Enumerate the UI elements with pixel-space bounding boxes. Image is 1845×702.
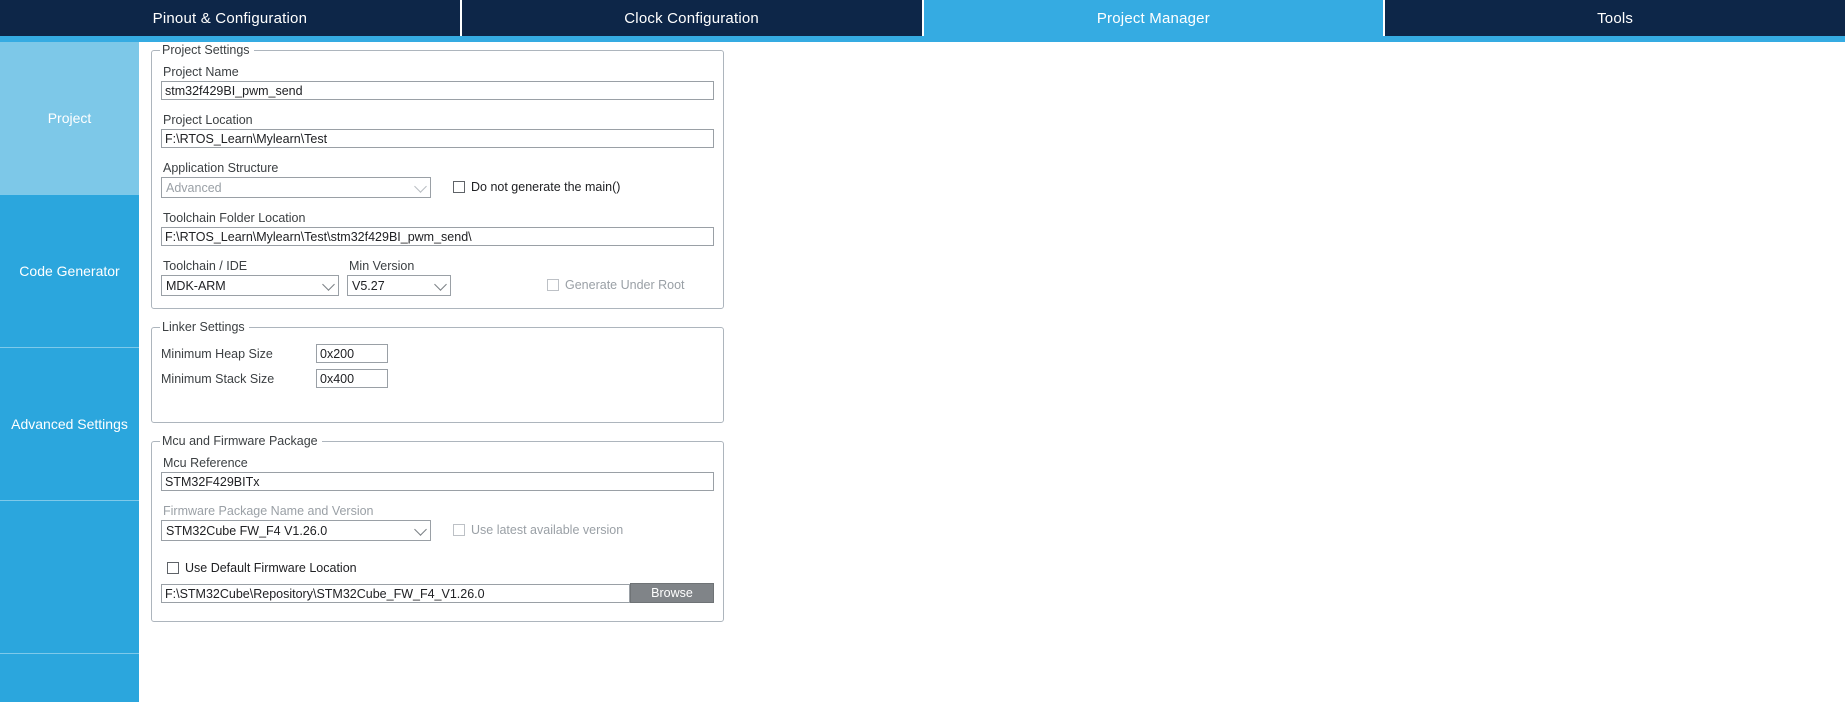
linker-settings-group-title: Linker Settings [160, 320, 249, 334]
min-version-label: Min Version [349, 259, 415, 273]
toolchain-ide-value: MDK-ARM [166, 278, 226, 293]
application-structure-value: Advanced [166, 180, 222, 195]
minimum-stack-size-input[interactable] [316, 369, 388, 388]
checkbox-icon [453, 181, 465, 193]
minimum-heap-size-row: Minimum Heap Size [161, 344, 714, 363]
sidebar-item-project[interactable]: Project [0, 42, 139, 195]
toolchain-ide-field: Toolchain / IDE MDK-ARM [161, 259, 339, 296]
tab-label: Project Manager [1096, 9, 1210, 27]
generate-under-root-label: Generate Under Root [565, 278, 685, 292]
generate-under-root-checkbox: Generate Under Root [547, 278, 685, 296]
sidebar-item-label: Code Generator [19, 263, 120, 279]
mcu-reference-label: Mcu Reference [163, 456, 248, 470]
do-not-generate-main-checkbox[interactable]: Do not generate the main() [453, 180, 620, 198]
sidebar-item-advanced-settings[interactable]: Advanced Settings [0, 348, 139, 501]
project-name-input[interactable] [161, 81, 714, 100]
checkbox-icon [547, 279, 559, 291]
toolchain-ide-label: Toolchain / IDE [163, 259, 248, 273]
application-structure-row: Advanced Do not generate the main() [161, 177, 714, 198]
minimum-stack-size-label: Minimum Stack Size [161, 371, 275, 386]
chevron-down-icon [414, 522, 427, 536]
min-version-value: V5.27 [352, 278, 385, 293]
project-manager-panel: Project Settings Project Name Project Lo… [139, 42, 1285, 702]
project-location-input[interactable] [161, 129, 714, 148]
use-latest-version-checkbox: Use latest available version [453, 523, 623, 541]
mcu-firmware-package-group-title: Mcu and Firmware Package [160, 434, 322, 448]
use-default-firmware-location-label: Use Default Firmware Location [185, 561, 357, 575]
sidebar-item-empty [0, 501, 139, 654]
application-structure-select[interactable]: Advanced [161, 177, 431, 198]
checkbox-icon [167, 562, 179, 574]
firmware-location-row: Browse [161, 583, 714, 603]
firmware-package-select[interactable]: STM32Cube FW_F4 V1.26.0 [161, 520, 431, 541]
firmware-location-input[interactable] [161, 584, 630, 603]
tab-label: Pinout & Configuration [152, 9, 308, 27]
chevron-down-icon [414, 179, 427, 193]
project-location-label: Project Location [163, 113, 253, 127]
sidebar-item-code-generator[interactable]: Code Generator [0, 195, 139, 348]
firmware-package-label: Firmware Package Name and Version [163, 504, 374, 518]
tab-project-manager[interactable]: Project Manager [923, 0, 1386, 36]
application-structure-label: Application Structure [163, 161, 279, 175]
sidebar-item-label: Advanced Settings [11, 416, 128, 432]
firmware-package-value: STM32Cube FW_F4 V1.26.0 [166, 523, 328, 538]
minimum-heap-size-input[interactable] [316, 344, 388, 363]
min-version-select[interactable]: V5.27 [347, 275, 451, 296]
do-not-generate-main-label: Do not generate the main() [471, 180, 621, 194]
main-tab-bar: Pinout & Configuration Clock Configurati… [0, 0, 1845, 36]
checkbox-icon [453, 524, 465, 536]
firmware-package-row: STM32Cube FW_F4 V1.26.0 Use latest avail… [161, 520, 714, 541]
tab-label: Clock Configuration [624, 9, 759, 27]
project-name-label: Project Name [163, 65, 239, 79]
minimum-stack-size-row: Minimum Stack Size [161, 369, 714, 388]
use-default-firmware-location-checkbox[interactable]: Use Default Firmware Location [167, 561, 714, 575]
tab-tools[interactable]: Tools [1385, 0, 1845, 36]
page-body: Project Code Generator Advanced Settings… [0, 42, 1845, 702]
use-latest-version-label: Use latest available version [471, 523, 624, 537]
mcu-reference-input[interactable] [161, 472, 714, 491]
project-settings-group: Project Settings Project Name Project Lo… [151, 43, 724, 309]
linker-settings-group: Linker Settings Minimum Heap Size Minimu… [151, 320, 724, 423]
sidebar-item-label: Project [47, 110, 92, 126]
sidebar: Project Code Generator Advanced Settings [0, 42, 139, 702]
empty-workspace-area [1284, 42, 1845, 702]
mcu-firmware-package-group: Mcu and Firmware Package Mcu Reference F… [151, 434, 724, 622]
tab-clock-configuration[interactable]: Clock Configuration [461, 0, 924, 36]
toolchain-ide-select[interactable]: MDK-ARM [161, 275, 339, 296]
tab-pinout-configuration[interactable]: Pinout & Configuration [0, 0, 462, 36]
minimum-heap-size-label: Minimum Heap Size [161, 346, 273, 361]
chevron-down-icon [434, 277, 447, 291]
toolchain-folder-location-label: Toolchain Folder Location [163, 211, 306, 225]
toolchain-folder-location-input[interactable] [161, 227, 714, 246]
browse-button[interactable]: Browse [630, 583, 714, 603]
min-version-field: Min Version V5.27 [347, 259, 451, 296]
toolchain-row: Toolchain / IDE MDK-ARM Min Version V5.2… [161, 259, 714, 296]
tab-label: Tools [1597, 9, 1634, 27]
chevron-down-icon [322, 277, 335, 291]
project-settings-group-title: Project Settings [160, 43, 254, 57]
